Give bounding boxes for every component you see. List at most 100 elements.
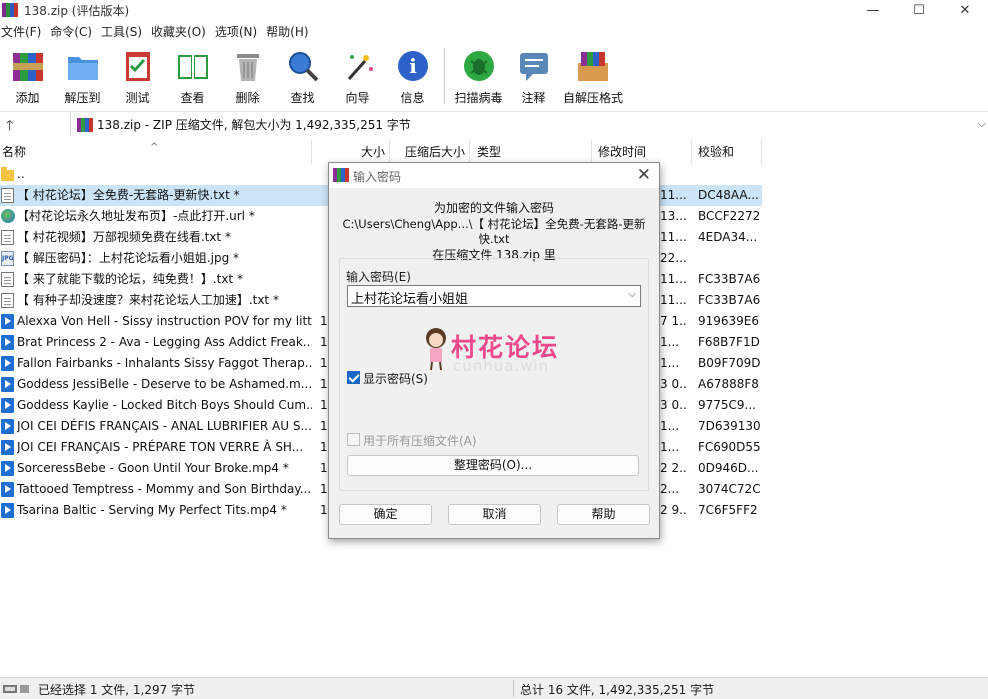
file-name: 【村花论坛永久地址发布页】-点此打开.url * [17,209,255,223]
find-icon [285,48,321,84]
file-crc: FC690D55 [698,440,760,454]
column-crc[interactable]: 校验和 [692,140,762,164]
file-packed-size: 11... [660,188,687,202]
dialog-close-icon[interactable]: ✕ [637,165,651,185]
sfx-button[interactable]: 自解压格式 [561,44,625,108]
column-modified[interactable]: 修改时间 [592,140,692,164]
mp4-file-icon [1,440,14,455]
address-text: 138.zip - ZIP 压缩文件, 解包大小为 1,492,335,251 … [97,118,411,132]
view-button[interactable]: 查看 [165,44,220,108]
find-button[interactable]: 查找 [275,44,330,108]
file-packed-size: 2 9... [660,503,688,517]
file-name: Brat Princess 2 - Ava - Legging Ass Addi… [17,335,312,349]
window-title: 138.zip (评估版本) [24,3,130,18]
column-size[interactable]: 大小 [312,140,390,164]
menu-file[interactable]: 文件(F) [1,22,49,42]
file-name: 【 来了就能下载的论坛，纯免费！】.txt * [17,272,243,286]
scan-virus-button[interactable]: 扫描病毒 [451,44,506,108]
file-name: 【 有种子却没速度？来村花论坛人工加速】.txt * [17,293,279,307]
file-packed-size: 1... [660,335,680,349]
wizard-label: 向导 [345,91,370,105]
status-selected: 已经选择 1 文件, 1,297 字节 [38,683,196,697]
comment-button[interactable]: 注释 [506,44,561,108]
file-packed-size: 7 1... [660,314,688,328]
url-file-icon [1,209,15,223]
menu-favorites[interactable]: 收藏夹(O) [151,22,214,42]
column-packed[interactable]: 压缩后大小 [390,140,470,164]
address-field[interactable]: 138.zip - ZIP 压缩文件, 解包大小为 1,492,335,251 … [70,113,988,136]
menu-tools[interactable]: 工具(S) [101,22,150,42]
dialog-title: 输入密码 [353,170,402,184]
delete-icon [230,48,266,84]
file-name: .. [17,167,25,181]
extract-to-button[interactable]: 解压到 [55,44,110,108]
file-name: 【 村花视频】万部视频免费在线看.txt * [17,230,231,244]
password-label: 输入密码(E) [346,270,411,284]
file-crc: FC33B7A6 [698,272,760,286]
info-button[interactable]: i 信息 [385,44,440,108]
delete-button[interactable]: 删除 [220,44,275,108]
wizard-button[interactable]: 向导 [330,44,385,108]
chevron-down-icon[interactable]: ⌵ [978,117,986,131]
help-button[interactable]: 帮助 [557,504,650,525]
menu-bar: 文件(F) 命令(C) 工具(S) 收藏夹(O) 选项(N) 帮助(H) [0,22,988,42]
file-packed-size: 3 0... [660,398,688,412]
toolbar: 添加 解压到 测试 查看 删除 查找 向导 i 信息 扫描病毒 注释 自解压格式 [0,44,988,108]
mp4-file-icon [1,335,14,350]
use-for-all-archives-checkbox[interactable] [347,433,360,446]
file-crc [698,248,760,269]
file-crc: FC33B7A6 [698,293,760,307]
test-button[interactable]: 测试 [110,44,165,108]
file-packed-size: 3 0... [660,377,688,391]
dialog-title-bar: 输入密码 ✕ [329,163,659,188]
file-crc: 0D946D... [698,461,759,475]
dialog-message: 为加密的文件输入密码 C:\Users\Cheng\App...\【 村花论坛】… [329,201,659,263]
sfx-icon [575,48,611,84]
column-name[interactable]: 名称 ^ [0,140,312,164]
menu-commands[interactable]: 命令(C) [50,22,100,42]
close-button[interactable]: ✕ [942,0,988,20]
file-packed-size: 13... [660,209,687,223]
info-icon: i [395,48,431,84]
mp4-file-icon [1,503,14,518]
status-bar: 已经选择 1 文件, 1,297 字节 总计 16 文件, 1,492,335,… [0,677,988,699]
file-crc: 7D639130 [698,419,760,433]
use-for-all-archives-label[interactable]: 用于所有压缩文件(A) [363,432,477,449]
show-password-label[interactable]: 显示密码(S) [363,370,428,387]
dialog-message-line1: 为加密的文件输入密码 [433,201,554,215]
view-label: 查看 [180,91,205,105]
txt-file-icon [1,230,14,245]
organize-passwords-button[interactable]: 整理密码(O)... [347,455,639,476]
file-name: 【 解压密码】：上村花论坛看小姐姐.jpg * [17,251,240,265]
archive-icon [77,117,93,132]
file-packed-size: 1... [660,356,680,370]
extract-to-label: 解压到 [64,91,101,105]
file-crc: A67888F8 [698,377,759,391]
file-packed-size: 11... [660,230,687,244]
file-crc: BCCF2272 [698,209,760,223]
column-type[interactable]: 类型 [470,140,592,164]
file-packed-size: 1... [660,440,680,454]
file-crc: F68B7F1D [698,335,760,349]
find-label: 查找 [290,91,315,105]
menu-options[interactable]: 选项(N) [215,22,265,42]
cancel-button[interactable]: 取消 [448,504,541,525]
chevron-down-icon[interactable]: ⌵ [628,289,636,300]
up-arrow-icon[interactable]: 🡑 [6,115,13,139]
info-label: 信息 [400,91,425,105]
menu-help[interactable]: 帮助(H) [266,22,316,42]
maximize-button[interactable]: ☐ [896,0,942,20]
file-packed-size: 22... [660,251,687,265]
minimize-button[interactable]: — [850,0,896,20]
file-name: Goddess Kaylie - Locked Bitch Boys Shoul… [17,398,312,412]
password-input[interactable]: 上村花论坛看小姐姐 ⌵ [347,285,641,307]
password-dialog: 输入密码 ✕ 为加密的文件输入密码 C:\Users\Cheng\App...\… [328,162,660,539]
txt-file-icon [1,293,14,308]
mp4-file-icon [1,461,14,476]
show-password-checkbox[interactable] [347,371,360,384]
file-packed-size [660,164,688,185]
watermark-subtext: cunhua.win [453,357,550,375]
status-divider [513,680,514,697]
add-button[interactable]: 添加 [0,44,55,108]
ok-button[interactable]: 确定 [339,504,432,525]
